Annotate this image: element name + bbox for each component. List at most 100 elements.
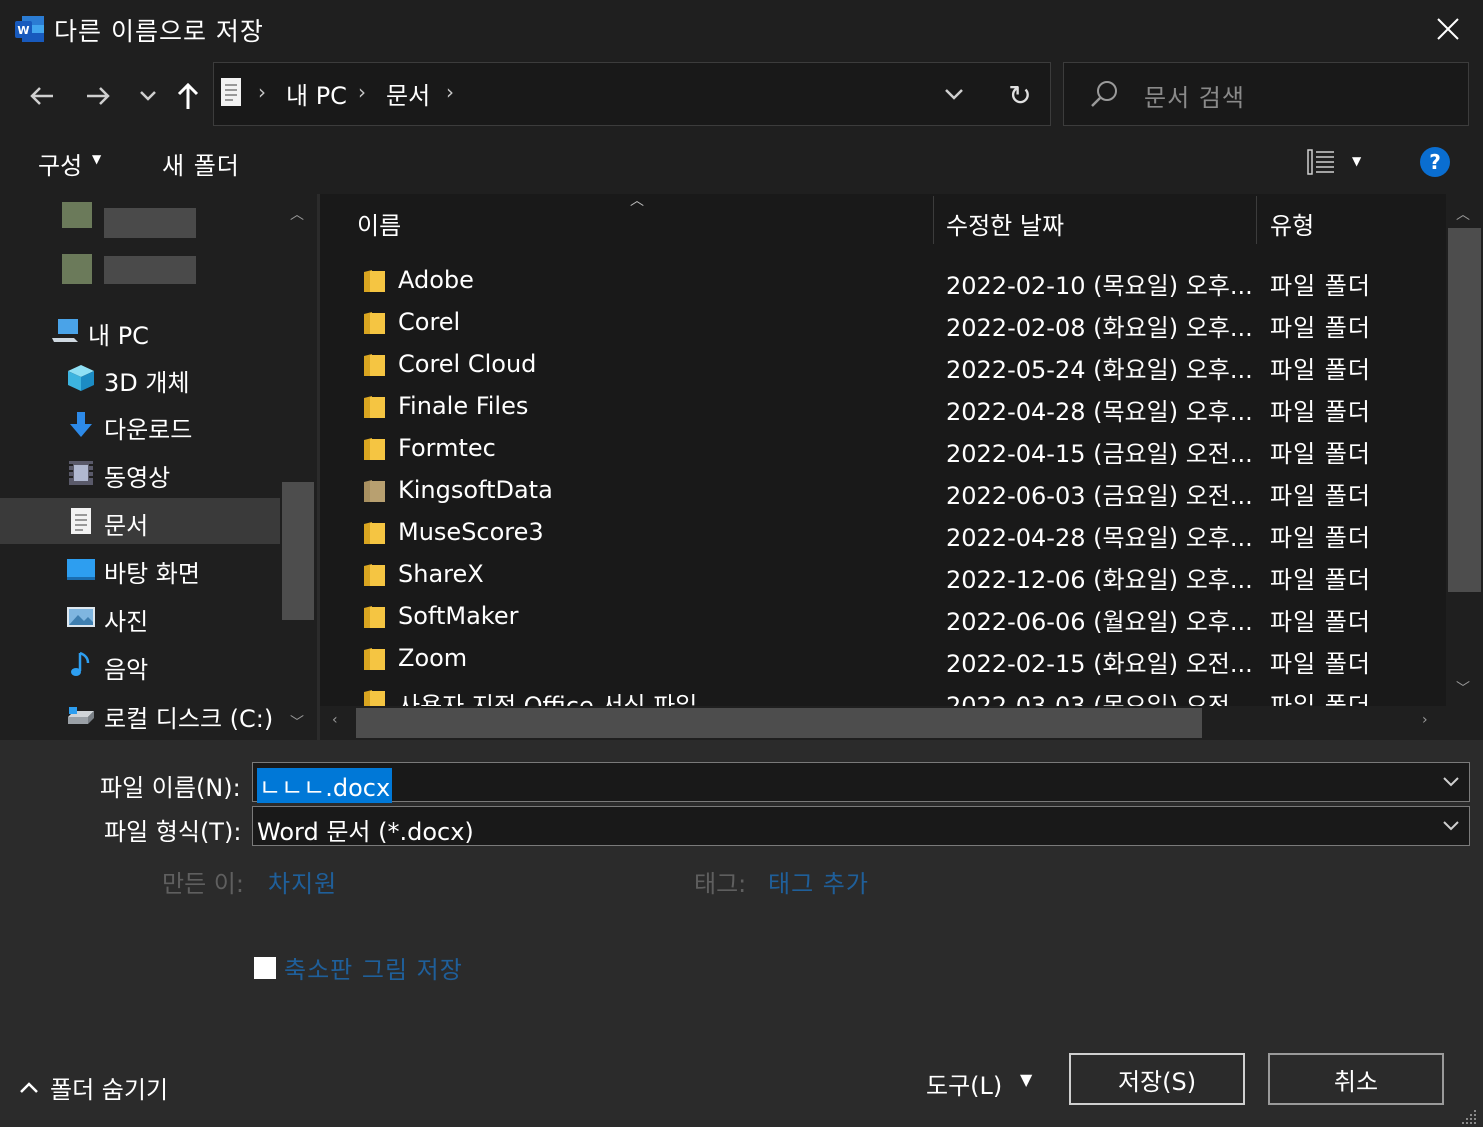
arrow-left-icon bbox=[30, 87, 53, 105]
word-icon: W bbox=[14, 14, 46, 44]
file-type: 파일 폴더 bbox=[1270, 272, 1371, 300]
folder-icon bbox=[364, 606, 385, 628]
sidebar-item-desktop[interactable]: 바탕 화면 bbox=[0, 546, 280, 592]
address-dropdown-button[interactable] bbox=[938, 78, 970, 110]
blurred-item-icon bbox=[62, 202, 92, 228]
file-date: 2022-03-03 (목요일) 오전... bbox=[946, 692, 1253, 706]
file-row[interactable]: ShareX 2022-12-06 (화요일) 오후... 파일 폴더 bbox=[320, 554, 1446, 596]
new-folder-button[interactable]: 새 폴더 bbox=[162, 146, 240, 181]
search-placeholder: 문서 검색 bbox=[1144, 84, 1245, 112]
file-date: 2022-04-28 (목요일) 오후... bbox=[946, 398, 1253, 426]
file-row[interactable]: Zoom 2022-02-15 (화요일) 오전... 파일 폴더 bbox=[320, 638, 1446, 680]
breadcrumb-item-documents[interactable]: 문서 bbox=[386, 76, 430, 111]
file-row[interactable]: SoftMaker 2022-06-06 (월요일) 오후... 파일 폴더 bbox=[320, 596, 1446, 638]
folder-icon bbox=[364, 354, 385, 376]
file-row[interactable]: Corel Cloud 2022-05-24 (화요일) 오후... 파일 폴더 bbox=[320, 344, 1446, 386]
arrow-right-icon bbox=[87, 87, 110, 105]
folder-icon bbox=[364, 270, 385, 292]
close-button[interactable] bbox=[1420, 8, 1476, 50]
scroll-left-icon[interactable]: ‹ bbox=[332, 712, 338, 728]
hide-folders-label: 폴더 숨기기 bbox=[50, 1076, 169, 1104]
chevron-down-icon bbox=[140, 91, 156, 101]
folder-icon bbox=[364, 522, 385, 544]
resize-grip-icon[interactable] bbox=[1460, 1104, 1478, 1124]
chevron-down-icon[interactable] bbox=[1441, 771, 1461, 791]
sidebar-item-label: 동영상 bbox=[104, 464, 171, 492]
scroll-down-icon[interactable]: ﹀ bbox=[1456, 678, 1470, 698]
file-row[interactable]: 사용자 지정 Office 서식 파일 2022-03-03 (목요일) 오전..… bbox=[320, 680, 1446, 706]
up-button[interactable] bbox=[168, 78, 208, 114]
file-type: 파일 폴더 bbox=[1270, 440, 1371, 468]
file-type: 파일 폴더 bbox=[1270, 566, 1371, 594]
file-row[interactable]: Finale Files 2022-04-28 (목요일) 오후... 파일 폴더 bbox=[320, 386, 1446, 428]
file-name: Adobe bbox=[398, 266, 474, 294]
view-options-button[interactable] bbox=[1306, 148, 1336, 176]
add-tag-link[interactable]: 태그 추가 bbox=[768, 864, 869, 899]
organize-button[interactable]: 구성 bbox=[38, 146, 82, 181]
save-thumbnail-label[interactable]: 축소판 그림 저장 bbox=[284, 950, 463, 985]
refresh-icon: ↻ bbox=[1008, 78, 1032, 112]
search-input[interactable] bbox=[1063, 62, 1469, 126]
caret-down-icon[interactable]: ▼ bbox=[1020, 1070, 1032, 1089]
svg-text:W: W bbox=[17, 24, 29, 37]
file-row[interactable]: Corel 2022-02-08 (화요일) 오후... 파일 폴더 bbox=[320, 302, 1446, 344]
scroll-down-icon[interactable]: ﹀ bbox=[290, 712, 304, 732]
folder-icon bbox=[364, 480, 385, 502]
file-row[interactable]: KingsoftData 2022-06-03 (금요일) 오전... 파일 폴더 bbox=[320, 470, 1446, 512]
file-row[interactable]: Formtec 2022-04-15 (금요일) 오전... 파일 폴더 bbox=[320, 428, 1446, 470]
breadcrumb-separator[interactable]: › bbox=[446, 80, 454, 104]
chevron-up-icon bbox=[20, 1081, 38, 1093]
hide-folders-button[interactable]: 폴더 숨기기 bbox=[18, 1070, 168, 1105]
file-name: Finale Files bbox=[398, 392, 529, 420]
arrow-up-icon bbox=[177, 82, 199, 109]
scroll-up-icon[interactable]: ︿ bbox=[290, 204, 304, 224]
drive-icon bbox=[68, 707, 94, 724]
sidebar-item-3d-objects[interactable]: 3D 개체 bbox=[0, 355, 280, 401]
save-button[interactable]: 저장(S) bbox=[1069, 1053, 1245, 1105]
forward-button[interactable] bbox=[78, 78, 118, 114]
sidebar-item-videos[interactable]: 동영상 bbox=[0, 450, 280, 496]
sidebar-item-music[interactable]: 음악 bbox=[0, 642, 280, 688]
file-name: Formtec bbox=[398, 434, 496, 462]
download-icon bbox=[70, 412, 92, 437]
folder-icon bbox=[364, 438, 385, 460]
scroll-up-icon[interactable]: ︿ bbox=[1456, 204, 1470, 224]
file-list-horizontal-scrollbar-thumb[interactable] bbox=[356, 708, 1202, 738]
sidebar-item-local-disk[interactable]: 로컬 디스크 (C:) bbox=[0, 691, 280, 737]
sidebar-scrollbar[interactable] bbox=[282, 194, 314, 740]
file-date: 2022-06-03 (금요일) 오전... bbox=[946, 482, 1253, 510]
filetype-select[interactable]: Word 문서 (*.docx) bbox=[252, 806, 1470, 846]
filename-value[interactable]: ㄴㄴㄴ.docx bbox=[257, 768, 393, 803]
file-date: 2022-12-06 (화요일) 오후... bbox=[946, 566, 1253, 594]
breadcrumb-item-this-pc[interactable]: 내 PC bbox=[286, 76, 347, 111]
scroll-right-icon[interactable]: › bbox=[1422, 712, 1428, 728]
blurred-item-label bbox=[104, 208, 196, 238]
file-type: 파일 폴더 bbox=[1270, 650, 1371, 678]
back-button[interactable] bbox=[22, 78, 62, 114]
file-list-vertical-scrollbar-thumb[interactable] bbox=[1448, 228, 1481, 592]
file-row[interactable]: Adobe 2022-02-10 (목요일) 오후... 파일 폴더 bbox=[320, 260, 1446, 302]
help-button[interactable]: ? bbox=[1420, 147, 1450, 177]
sidebar-scrollbar-thumb[interactable] bbox=[282, 482, 314, 620]
refresh-button[interactable]: ↻ bbox=[1000, 76, 1040, 114]
document-icon bbox=[71, 508, 91, 534]
author-value[interactable]: 차지원 bbox=[268, 864, 337, 899]
folder-icon bbox=[364, 690, 385, 706]
save-thumbnail-checkbox[interactable] bbox=[254, 957, 276, 979]
cancel-button[interactable]: 취소 bbox=[1268, 1053, 1444, 1105]
file-date: 2022-05-24 (화요일) 오후... bbox=[946, 356, 1253, 384]
file-list-viewport: Adobe 2022-02-10 (목요일) 오후... 파일 폴더 Corel 202… bbox=[320, 194, 1446, 706]
file-type: 파일 폴더 bbox=[1270, 356, 1371, 384]
file-row[interactable]: MuseScore3 2022-04-28 (목요일) 오후... 파일 폴더 bbox=[320, 512, 1446, 554]
computer-icon bbox=[52, 319, 78, 342]
file-name: KingsoftData bbox=[398, 476, 553, 504]
sidebar-item-pictures[interactable]: 사진 bbox=[0, 594, 280, 640]
sidebar-item-documents[interactable]: 문서 bbox=[0, 498, 280, 544]
sidebar-item-this-pc[interactable]: 내 PC bbox=[0, 308, 280, 354]
tools-menu-button[interactable]: 도구(L) bbox=[926, 1066, 1002, 1101]
sidebar-item-downloads[interactable]: 다운로드 bbox=[0, 402, 280, 448]
recent-locations-button[interactable] bbox=[128, 78, 168, 114]
filename-field[interactable]: ㄴㄴㄴ.docx bbox=[252, 762, 1470, 803]
caret-down-icon[interactable]: ▼ bbox=[1352, 154, 1361, 168]
chevron-down-icon[interactable] bbox=[1441, 815, 1461, 835]
